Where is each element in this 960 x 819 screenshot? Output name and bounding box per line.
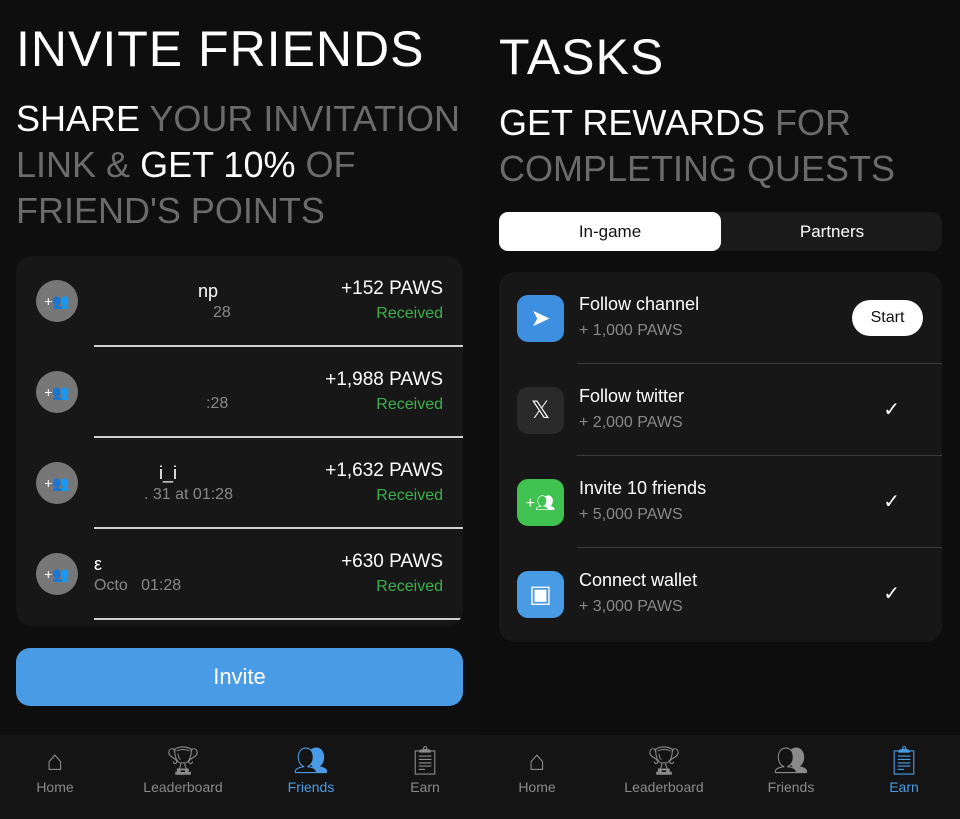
task-reward: + 3,000 PAWS [579, 598, 683, 615]
nav-home[interactable]: ⌂ Home [0, 743, 110, 795]
friend-date: 28 [213, 304, 231, 321]
x-icon: 𝕏 [517, 387, 564, 434]
nav-label: Leaderboard [143, 779, 223, 795]
start-button[interactable]: Start [852, 300, 923, 336]
nav-label: Earn [410, 779, 440, 795]
check-icon: ✓ [883, 583, 900, 605]
divider [94, 618, 463, 620]
task-name: Follow channel [579, 294, 700, 314]
status: Received [376, 578, 443, 595]
task-item[interactable]: 𝕏 Follow twitter + 2,000 PAWS ✓ [499, 364, 942, 456]
friend-date: Octo 01:28 [94, 577, 182, 594]
nav-label: Home [518, 779, 556, 795]
trophy-icon: 🏆︎ [646, 745, 682, 776]
nav-home[interactable]: ⌂ Home [482, 743, 592, 795]
list-item: +👥 np 28 +152 PAWS Received [16, 256, 463, 347]
friend-name: np [198, 281, 219, 301]
clipboard-icon: 📋︎ [886, 745, 922, 776]
bottom-nav: ⌂ Home 🏆︎ Leaderboard 👥︎ Friends 📋︎ Earn [0, 735, 480, 819]
nav-leaderboard[interactable]: 🏆︎ Leaderboard [609, 743, 719, 795]
task-name: Invite 10 friends [579, 478, 707, 498]
nav-label: Leaderboard [624, 779, 704, 795]
nav-friends[interactable]: 👥︎ Friends [736, 743, 846, 795]
tab-bar: In-game Partners [499, 212, 942, 251]
home-icon: ⌂ [528, 745, 546, 776]
nav-label: Friends [287, 779, 335, 795]
nav-friends[interactable]: 👥︎ Friends [256, 743, 366, 795]
friend-date: :28 [206, 395, 229, 412]
telegram-icon: ➤ [517, 295, 564, 342]
reward-amount: +1,988 PAWS [325, 369, 443, 390]
page-title: TASKS [499, 29, 665, 85]
task-list: ➤ Follow channel + 1,000 PAWS Start 𝕏 Follow… [499, 272, 942, 642]
nav-leaderboard[interactable]: 🏆︎ Leaderboard [128, 743, 238, 795]
add-friends-icon: +👥 [36, 553, 78, 595]
task-reward: + 1,000 PAWS [579, 322, 683, 339]
nav-label: Friends [767, 779, 815, 795]
trophy-icon: 🏆︎ [165, 745, 201, 776]
friends-icon: 👥︎ [773, 745, 809, 776]
list-item: +👥 ε Octo 01:28 +630 PAWS Received [16, 529, 463, 620]
task-item[interactable]: +👥︎ Invite 10 friends + 5,000 PAWS ✓ [499, 456, 942, 548]
task-reward: + 5,000 PAWS [579, 506, 683, 523]
reward-amount: +1,632 PAWS [325, 460, 443, 481]
task-name: Connect wallet [579, 570, 698, 590]
check-icon: ✓ [883, 491, 900, 513]
nav-earn[interactable]: 📋︎ Earn [849, 743, 959, 795]
tab-in-game[interactable]: In-game [499, 212, 721, 251]
friend-date: . 31 at 01:28 [144, 486, 233, 503]
wallet-icon: ▣ [517, 571, 564, 618]
add-friends-icon: +👥︎ [517, 479, 564, 526]
list-item: +👥 i_i . 31 at 01:28 +1,632 PAWS Received [16, 438, 463, 529]
friend-name: ε [94, 554, 103, 574]
tab-partners[interactable]: Partners [721, 212, 943, 251]
add-friends-icon: +👥 [36, 280, 78, 322]
friends-icon: 👥︎ [293, 745, 329, 776]
check-icon: ✓ [883, 399, 900, 421]
nav-label: Earn [889, 779, 919, 795]
invite-button[interactable]: Invite [16, 648, 463, 706]
clipboard-icon: 📋︎ [407, 745, 443, 776]
task-item[interactable]: ➤ Follow channel + 1,000 PAWS Start [499, 272, 942, 364]
task-item[interactable]: ▣ Connect wallet + 3,000 PAWS ✓ [499, 548, 942, 640]
page-subtitle: SHARE YOUR INVITATION LINK & GET 10% OF … [16, 98, 461, 231]
friend-name: i_i [159, 463, 178, 483]
tasks-screen: TASKS GET REWARDS FOR COMPLETING QUESTS … [480, 0, 960, 819]
home-icon: ⌂ [46, 745, 64, 776]
task-name: Follow twitter [579, 386, 685, 406]
add-friends-icon: +👥 [36, 462, 78, 504]
page-title: INVITE FRIENDS [16, 21, 425, 77]
status: Received [376, 396, 443, 413]
status: Received [376, 305, 443, 322]
friends-screen: INVITE FRIENDS SHARE YOUR INVITATION LIN… [0, 0, 480, 819]
friends-list: +👥 np 28 +152 PAWS Received +👥 :28 +1,988 PAWS… [16, 256, 463, 626]
page-subtitle: GET REWARDS FOR COMPLETING QUESTS [499, 102, 896, 189]
list-item: +👥 :28 +1,988 PAWS Received [16, 347, 463, 438]
nav-earn[interactable]: 📋︎ Earn [370, 743, 480, 795]
reward-amount: +630 PAWS [341, 551, 443, 572]
bottom-nav: ⌂ Home 🏆︎ Leaderboard 👥︎ Friends 📋︎ Earn [480, 735, 960, 819]
nav-label: Home [36, 779, 74, 795]
reward-amount: +152 PAWS [341, 278, 443, 299]
task-reward: + 2,000 PAWS [579, 414, 683, 431]
add-friends-icon: +👥 [36, 371, 78, 413]
status: Received [376, 487, 443, 504]
